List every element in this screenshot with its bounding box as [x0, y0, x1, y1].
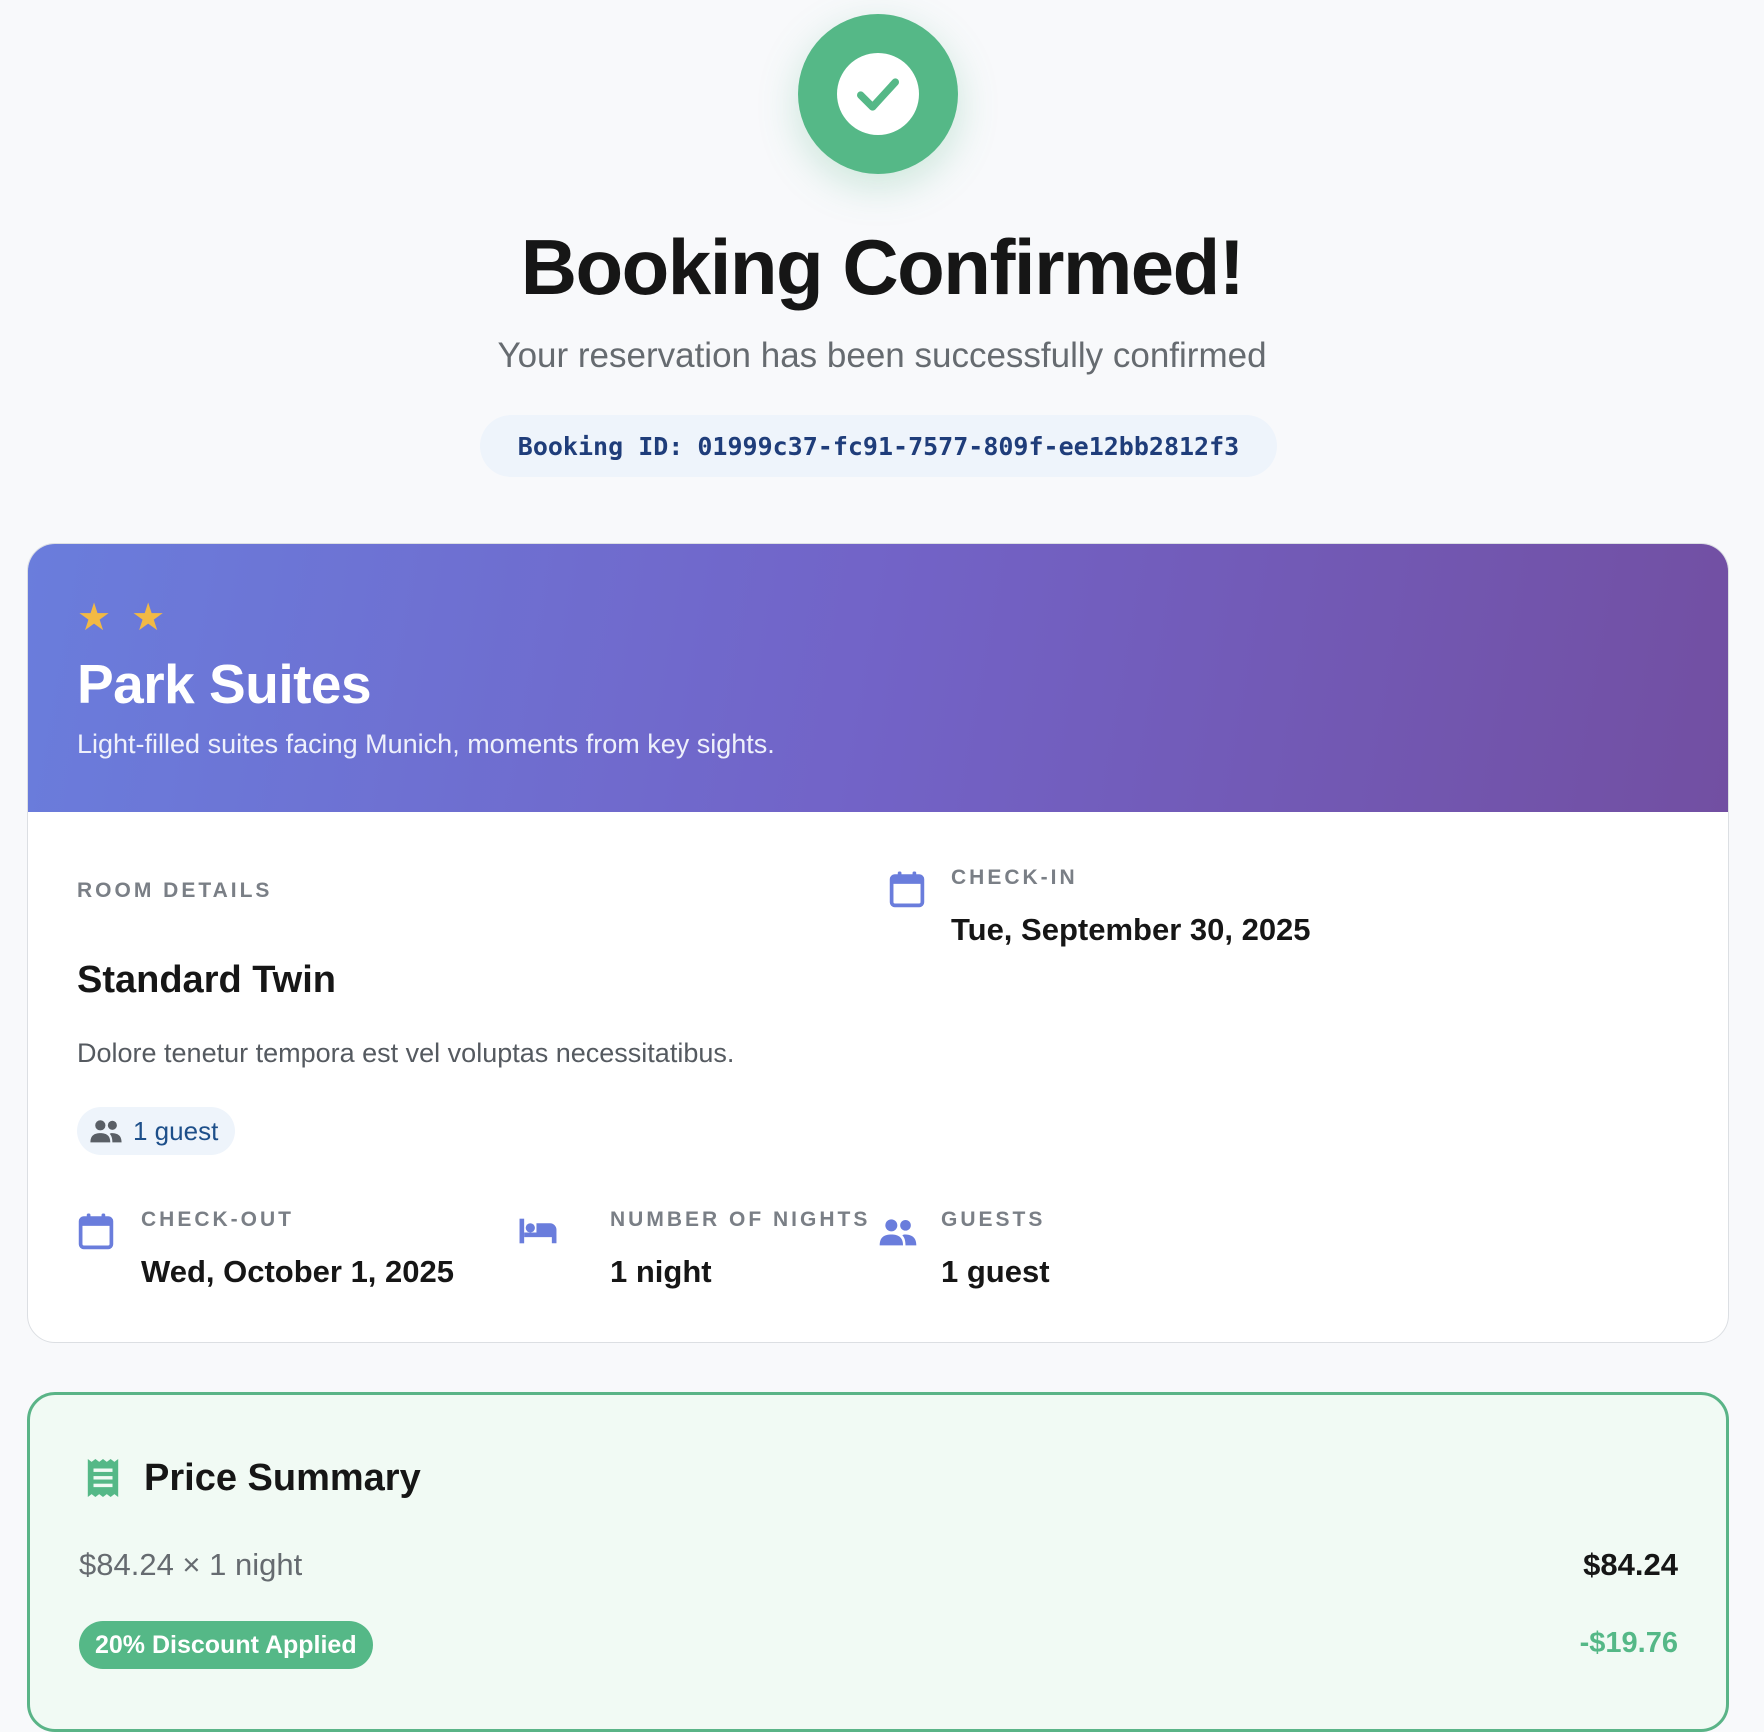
guest-pill-label: 1 guest [133, 1115, 219, 1146]
star-icon: ★ [131, 597, 166, 639]
success-badge-inner [837, 53, 919, 135]
people-icon [879, 1219, 917, 1246]
room-details-label: ROOM DETAILS [77, 879, 273, 902]
room-description: Dolore tenetur tempora est vel voluptas … [77, 1038, 735, 1068]
nightly-rate-line: $84.24 × 1 night [79, 1547, 303, 1582]
guests-value: 1 guest [941, 1254, 1050, 1289]
star-icon: ★ [77, 597, 112, 639]
receipt-icon [87, 1459, 119, 1497]
discount-badge: 20% Discount Applied [79, 1621, 373, 1669]
hotel-header: ★ ★ Park Suites Light-filled suites facin… [28, 544, 1728, 812]
hotel-rating: ★ ★ [77, 599, 165, 637]
bed-icon [519, 1218, 557, 1244]
calendar-icon [889, 871, 925, 908]
check-out-label: CHECK-OUT [141, 1208, 294, 1231]
booking-id-label: Booking ID: [517, 431, 684, 461]
nightly-rate-amount: $84.24 [1583, 1547, 1678, 1582]
calendar-icon [78, 1213, 114, 1250]
page-subtitle: Your reservation has been successfully c… [497, 336, 1267, 375]
hotel-card: ★ ★ Park Suites Light-filled suites facin… [27, 543, 1729, 1343]
guests-label: GUESTS [941, 1208, 1046, 1231]
room-name: Standard Twin [77, 959, 336, 1001]
page-title: Booking Confirmed! [520, 223, 1245, 311]
booking-id-badge: Booking ID: 01999c37-fc91-7577-809f-ee12… [480, 415, 1277, 477]
check-icon [856, 78, 900, 111]
hotel-name: Park Suites [77, 653, 372, 715]
people-icon [90, 1120, 122, 1143]
guest-capacity-pill: 1 guest [77, 1107, 236, 1155]
price-summary-title: Price Summary [144, 1457, 421, 1499]
discount-amount: -$19.76 [1579, 1627, 1678, 1659]
check-out-date: Wed, October 1, 2025 [141, 1254, 454, 1289]
price-summary-card: Price Summary $84.24 × 1 night $84.24 20… [27, 1392, 1729, 1732]
check-in-date: Tue, September 30, 2025 [951, 912, 1311, 947]
check-in-label: CHECK-IN [951, 866, 1078, 889]
nights-label: NUMBER OF NIGHTS [610, 1208, 871, 1231]
booking-id-value: 01999c37-fc91-7577-809f-ee12bb2812f3 [697, 431, 1240, 461]
hotel-description: Light-filled suites facing Munich, momen… [77, 729, 775, 759]
success-badge [798, 14, 958, 174]
nights-value: 1 night [610, 1254, 712, 1289]
